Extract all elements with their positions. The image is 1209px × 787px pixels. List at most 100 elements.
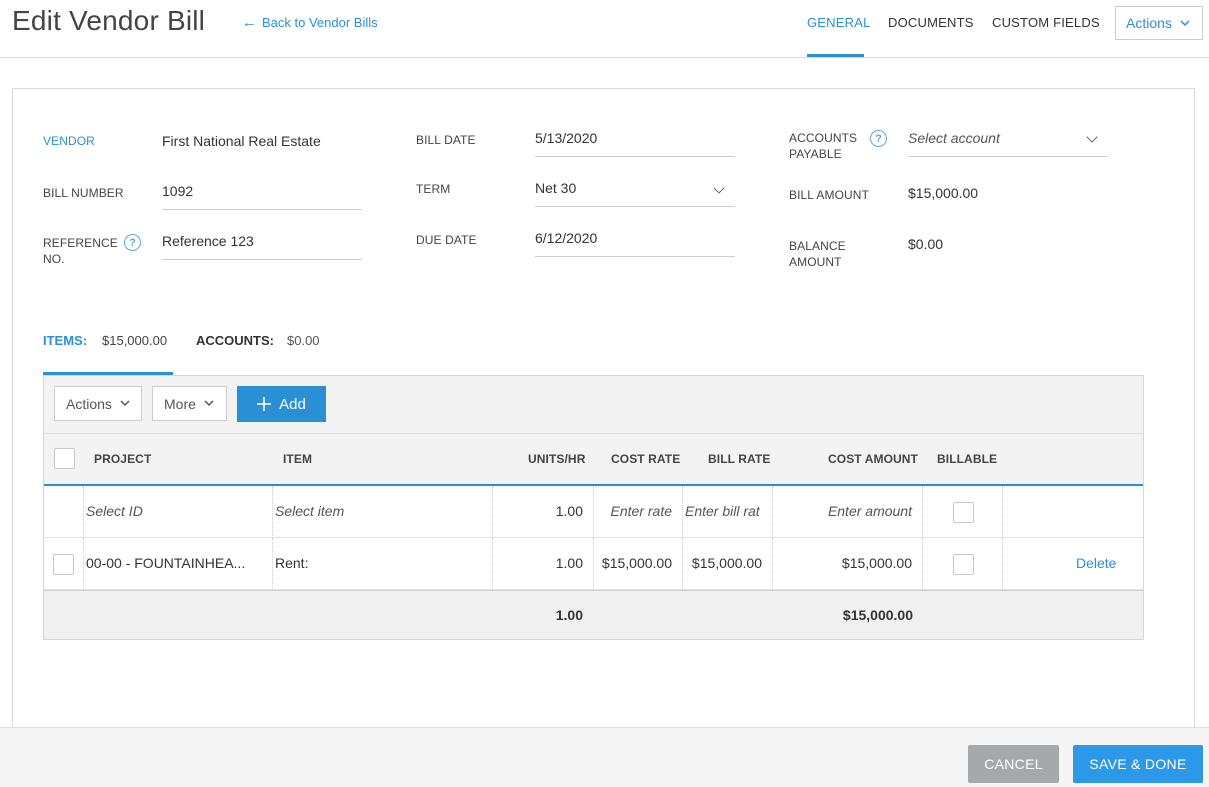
chevron-down-icon [1180, 19, 1190, 26]
due-date-label: DUE DATE [416, 233, 477, 247]
select-all-checkbox[interactable] [54, 448, 75, 469]
col-item[interactable]: ITEM [283, 452, 312, 466]
due-date-underline [535, 256, 735, 257]
table-row: 00-00 - FOUNTAINHEA... Rent: 1.00 $15,00… [44, 538, 1143, 590]
bill-amount-value: $15,000.00 [908, 185, 979, 201]
cost-rate-input[interactable]: Enter rate [595, 503, 672, 519]
row-cost-rate[interactable]: $15,000.00 [595, 555, 672, 571]
total-cost-amount: $15,000.00 [842, 607, 913, 623]
tab-documents[interactable]: DOCUMENTS [888, 15, 974, 30]
chevron-down-icon [204, 400, 214, 407]
row-billable-checkbox[interactable] [953, 554, 974, 575]
tab-accounts[interactable]: ACCOUNTS: [196, 333, 274, 348]
accounts-payable-label-line1: ACCOUNTS [789, 131, 858, 145]
col-bill-rate[interactable]: BILL RATE [708, 452, 770, 466]
delete-link[interactable]: Delete [1076, 555, 1116, 571]
reference-underline [162, 259, 362, 260]
cell-divider [682, 486, 683, 538]
help-icon[interactable]: ? [124, 234, 141, 251]
vendor-value[interactable]: First National Real Estate [162, 133, 321, 149]
reference-label-line1: REFERENCE [43, 236, 118, 250]
cell-divider [83, 486, 84, 538]
actions-label: Actions [1126, 15, 1172, 31]
more-label: More [164, 395, 196, 412]
cost-amount-input[interactable]: Enter amount [774, 503, 912, 519]
cancel-button[interactable]: CANCEL [968, 745, 1059, 783]
col-billable[interactable]: BILLABLE [937, 452, 997, 466]
tab-items[interactable]: ITEMS: [43, 333, 87, 348]
cell-divider [492, 486, 493, 538]
add-button[interactable]: Add [237, 386, 326, 422]
accounts-payable-label-line2: PAYABLE [789, 147, 842, 161]
save-and-done-button[interactable]: SAVE & DONE [1073, 745, 1203, 783]
grid-actions-dropdown[interactable]: Actions [54, 386, 142, 421]
bill-number-label: BILL NUMBER [43, 186, 124, 200]
balance-label-line1: BALANCE [789, 239, 846, 253]
item-select[interactable]: Select item [275, 503, 344, 519]
bill-amount-label: BILL AMOUNT [789, 188, 870, 202]
cell-divider [682, 538, 683, 590]
col-cost-rate[interactable]: COST RATE [611, 452, 680, 466]
back-link-label: Back to Vendor Bills [262, 15, 378, 30]
cell-divider [593, 486, 594, 538]
row-item[interactable]: Rent: [275, 555, 308, 571]
cell-divider [593, 538, 594, 590]
plus-icon [257, 397, 272, 411]
bill-date-label: BILL DATE [416, 133, 476, 147]
reference-label: REFERENCE NO. [43, 235, 118, 267]
cell-divider [272, 538, 273, 590]
tab-custom-fields[interactable]: CUSTOM FIELDS [992, 15, 1100, 30]
bill-date-input[interactable]: 5/13/2020 [535, 130, 597, 146]
row-project[interactable]: 00-00 - FOUNTAINHEA... [86, 555, 245, 571]
bill-number-input[interactable]: 1092 [162, 183, 193, 199]
col-project[interactable]: PROJECT [94, 452, 151, 466]
total-units: 1.00 [555, 607, 583, 623]
col-units[interactable]: UNITS/HR [528, 452, 585, 466]
accounts-payable-underline [908, 156, 1108, 157]
chevron-down-icon [120, 400, 130, 407]
top-bar: Edit Vendor Bill ← Back to Vendor Bills … [0, 0, 1209, 58]
cell-divider [1002, 538, 1003, 590]
bill-rate-input[interactable]: Enter bill rat [685, 503, 765, 519]
tab-general[interactable]: GENERAL [807, 15, 871, 30]
accounts-payable-label: ACCOUNTS PAYABLE [789, 130, 857, 162]
row-select-checkbox[interactable] [53, 554, 74, 575]
term-select[interactable]: Net 30 [535, 180, 576, 196]
back-to-vendor-bills-link[interactable]: ← Back to Vendor Bills [242, 15, 378, 30]
grid-actions-label: Actions [66, 395, 112, 412]
more-dropdown[interactable]: More [152, 386, 227, 421]
billable-checkbox[interactable] [953, 502, 974, 523]
row-bill-rate[interactable]: $15,000.00 [684, 555, 762, 571]
balance-amount-value: $0.00 [908, 236, 944, 252]
chevron-down-icon[interactable] [1086, 131, 1098, 143]
balance-amount-label: BALANCE AMOUNT [789, 238, 846, 270]
project-select[interactable]: Select ID [86, 503, 143, 519]
row-units[interactable]: 1.00 [494, 555, 583, 571]
bill-date-underline [535, 156, 735, 157]
new-entry-row: Select ID Select item 1.00 Enter rate En… [44, 486, 1143, 538]
balance-label-line2: AMOUNT [789, 255, 842, 269]
active-tab-indicator [807, 54, 864, 57]
add-label: Add [279, 395, 306, 413]
items-amount: $15,000.00 [102, 333, 168, 348]
cell-divider [772, 538, 773, 590]
cell-divider [922, 538, 923, 590]
due-date-input[interactable]: 6/12/2020 [535, 230, 597, 246]
footer-bar: CANCEL SAVE & DONE [0, 727, 1209, 787]
grid-header: PROJECT ITEM UNITS/HR COST RATE BILL RAT… [44, 434, 1143, 486]
cell-divider [83, 538, 84, 590]
row-cost-amount[interactable]: $15,000.00 [774, 555, 912, 571]
chevron-down-icon[interactable] [713, 182, 725, 194]
reference-input[interactable]: Reference 123 [162, 233, 254, 249]
col-cost-amount[interactable]: COST AMOUNT [828, 452, 918, 466]
grid-toolbar: Actions More Add [44, 376, 1143, 434]
reference-label-line2: NO. [43, 252, 65, 266]
vendor-label: VENDOR [43, 134, 95, 148]
units-input[interactable]: 1.00 [494, 503, 583, 519]
help-icon[interactable]: ? [870, 130, 887, 147]
bill-number-underline [162, 209, 362, 210]
accounts-payable-select[interactable]: Select account [908, 130, 1000, 146]
term-underline [535, 206, 735, 207]
actions-dropdown[interactable]: Actions [1115, 6, 1203, 40]
accounts-amount: $0.00 [287, 333, 320, 348]
